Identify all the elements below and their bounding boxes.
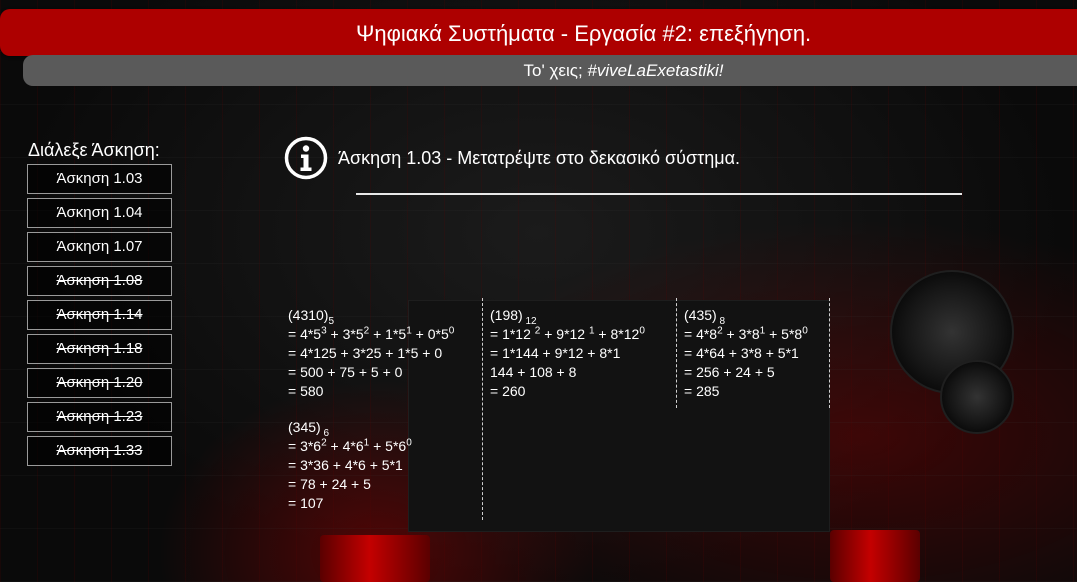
exercise-button-1-23[interactable]: Άσκηση 1.23 xyxy=(27,402,172,432)
exponent: 0 xyxy=(406,437,412,449)
solution-step: = 3*62 + 4*61 + 5*60 xyxy=(288,437,412,456)
solution-4: (345) 6 = 3*62 + 4*61 + 5*60 = 3*36 + 4*6 … xyxy=(288,418,412,513)
solution-step: = 260 xyxy=(490,382,645,401)
step-text: = 107 xyxy=(288,495,324,511)
step-text: + 4*6 xyxy=(326,438,364,454)
step-text: + 3*8 xyxy=(722,326,760,342)
background-capacitor xyxy=(830,530,920,582)
step-text: + 8*12 xyxy=(594,326,640,342)
page-title: Ψηφιακά Συστήματα - Εργασία #2: επεξήγησ… xyxy=(356,21,812,46)
solution-3: (435) 8 = 4*82 + 3*81 + 5*80 = 4*64 + 3*8 … xyxy=(684,306,808,401)
step-text: = 4*64 + 3*8 + 5*1 xyxy=(684,345,799,361)
exponent: 0 xyxy=(448,325,455,337)
exercise-button-1-08[interactable]: Άσκηση 1.08 xyxy=(27,266,172,296)
solution-step: = 78 + 24 + 5 xyxy=(288,475,412,494)
heading-divider xyxy=(356,193,962,195)
exponent: 0 xyxy=(802,325,808,337)
step-text: = 3*36 + 4*6 + 5*1 xyxy=(288,457,403,473)
solution-step: = 1*12 2 + 9*12 1 + 8*120 xyxy=(490,325,645,344)
solution-step: = 1*144 + 9*12 + 8*1 xyxy=(490,344,645,363)
number-value: (4310) xyxy=(288,307,329,323)
column-divider xyxy=(482,298,483,520)
solution-step: = 4*53 + 3*52 + 1*51 + 0*50 xyxy=(288,325,454,344)
background-gear xyxy=(940,360,1014,434)
subtitle-prefix: Το' χεις; xyxy=(523,61,588,80)
step-text: = 4*8 xyxy=(684,326,718,342)
step-text: = 1*12 xyxy=(490,326,535,342)
step-text: + 1*5 xyxy=(369,326,407,342)
step-text: + 9*12 xyxy=(540,326,589,342)
solution-number: (198) 12 xyxy=(490,306,645,326)
background-capacitor xyxy=(320,535,430,582)
solution-step: = 3*36 + 4*6 + 5*1 xyxy=(288,456,412,475)
column-divider xyxy=(676,298,677,408)
exercise-button-1-04[interactable]: Άσκηση 1.04 xyxy=(27,198,172,228)
exercise-heading: Άσκηση 1.03 - Μετατρέψτε στο δεκασικό σύ… xyxy=(338,148,740,168)
solution-number: (435) 8 xyxy=(684,306,808,326)
solution-number: (345) 6 xyxy=(288,418,412,438)
solution-step: = 285 xyxy=(684,382,808,401)
step-text: = 580 xyxy=(288,383,324,399)
step-text: = 260 xyxy=(490,383,526,399)
column-divider xyxy=(829,298,830,408)
exercise-button-1-07[interactable]: Άσκηση 1.07 xyxy=(27,232,172,262)
solution-step: 144 + 108 + 8 xyxy=(490,363,645,382)
step-text: = 78 + 24 + 5 xyxy=(288,476,371,492)
solution-step: = 107 xyxy=(288,494,412,513)
step-text: = 4*125 + 3*25 + 1*5 + 0 xyxy=(288,345,443,361)
info-icon xyxy=(284,136,328,180)
number-value: (345) xyxy=(288,419,321,435)
step-text: = 1*144 + 9*12 + 8*1 xyxy=(490,345,621,361)
step-text: + 0*5 xyxy=(411,326,449,342)
subtitle: Το' χεις; #viveLaExetastiki! xyxy=(0,61,1077,81)
solution-step: = 4*64 + 3*8 + 5*1 xyxy=(684,344,808,363)
step-text: + 3*5 xyxy=(326,326,364,342)
exponent: 0 xyxy=(639,325,645,337)
exercise-button-1-33[interactable]: Άσκηση 1.33 xyxy=(27,436,172,466)
exercise-button-1-18[interactable]: Άσκηση 1.18 xyxy=(27,334,172,364)
solution-step: = 580 xyxy=(288,382,454,401)
solution-step: = 500 + 75 + 5 + 0 xyxy=(288,363,454,382)
number-value: (435) xyxy=(684,307,717,323)
exercise-button-1-03[interactable]: Άσκηση 1.03 xyxy=(27,164,172,194)
exercise-button-1-14[interactable]: Άσκηση 1.14 xyxy=(27,300,172,330)
step-text: = 4*5 xyxy=(288,326,322,342)
step-text: = 3*6 xyxy=(288,438,322,454)
sidebar-title: Διάλεξε Άσκηση: xyxy=(28,140,160,160)
number-value: (198) xyxy=(490,307,523,323)
solution-step: = 256 + 24 + 5 xyxy=(684,363,808,382)
step-text: = 285 xyxy=(684,383,720,399)
step-text: = 500 + 75 + 5 + 0 xyxy=(288,364,403,380)
exercise-button-1-20[interactable]: Άσκηση 1.20 xyxy=(27,368,172,398)
step-text: + 5*8 xyxy=(765,326,803,342)
solution-2: (198) 12 = 1*12 2 + 9*12 1 + 8*120 = 1*144… xyxy=(490,306,645,401)
subtitle-hashtag: #viveLaExetastiki! xyxy=(587,61,724,80)
step-text: + 5*6 xyxy=(369,438,407,454)
solution-step: = 4*125 + 3*25 + 1*5 + 0 xyxy=(288,344,454,363)
solution-number: (4310)5 xyxy=(288,306,454,326)
step-text: = 256 + 24 + 5 xyxy=(684,364,775,380)
solution-step: = 4*82 + 3*81 + 5*80 xyxy=(684,325,808,344)
step-text: 144 + 108 + 8 xyxy=(490,364,577,380)
solution-1: (4310)5 = 4*53 + 3*52 + 1*51 + 0*50 = 4*12… xyxy=(288,306,454,401)
